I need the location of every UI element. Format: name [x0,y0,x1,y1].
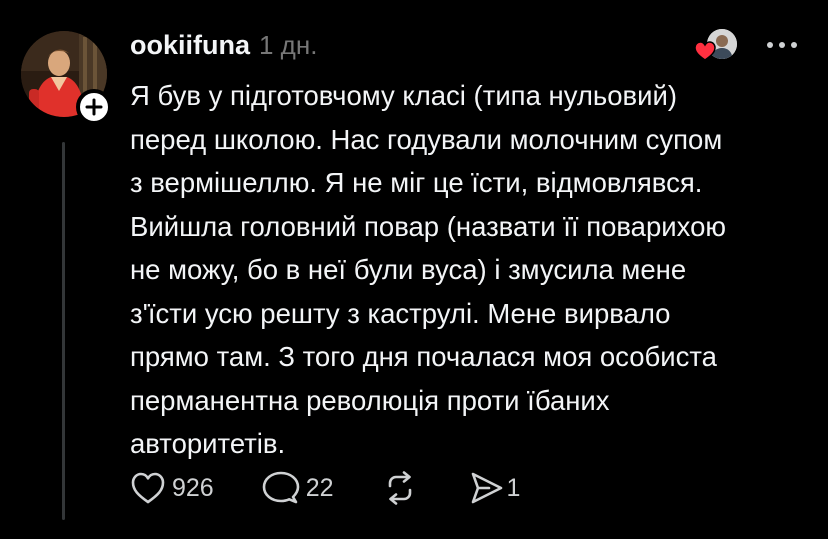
post-header: ookiifuna 1 дн. [130,30,317,62]
thread-line [62,142,65,520]
more-options-button[interactable] [765,33,799,57]
post-body: Я був у підготовчому класі (типа нульови… [130,80,726,459]
plus-icon [85,98,103,116]
heart-icon [694,41,716,61]
reply-count: 22 [305,473,334,502]
action-bar: 926 22 1 [130,468,520,508]
timestamp: 1 дн. [259,30,318,60]
liked-by-indicator[interactable] [694,29,740,61]
thread-post: ookiifuna 1 дн. Я був у підготовчому кла… [0,0,828,539]
reply-button[interactable]: 22 [262,470,334,506]
repost-icon [382,470,418,506]
repost-button[interactable] [382,470,418,506]
heart-outline-icon [130,471,166,505]
like-button[interactable]: 926 [130,471,214,505]
comment-bubble-icon [262,470,300,506]
more-horizontal-icon [765,41,799,49]
like-count: 926 [172,473,214,502]
send-icon [470,471,504,505]
follow-button[interactable] [76,89,112,125]
username[interactable]: ookiifuna [130,30,250,61]
share-count: 1 [506,473,521,502]
share-button[interactable]: 1 [470,471,521,505]
